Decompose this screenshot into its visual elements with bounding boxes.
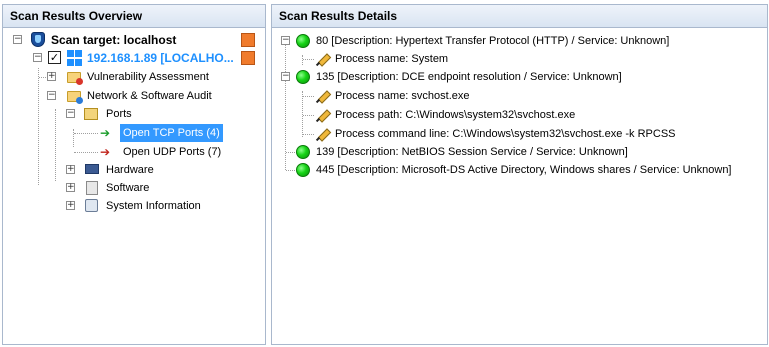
pencil-icon: [315, 127, 329, 141]
tcp-arrows-icon: ➔: [100, 126, 111, 140]
network-folder-icon: [67, 91, 83, 104]
detail-label: Process command line: C:\Windows\system3…: [335, 128, 676, 140]
windows-icon: [67, 50, 83, 66]
tree-item-system-information[interactable]: + System Information: [3, 197, 265, 215]
port-135-label: 135 [Description: DCE endpoint resolutio…: [316, 71, 622, 83]
tree-item-network-software-audit[interactable]: − Network & Software Audit: [3, 87, 265, 105]
tree-item-open-udp-ports[interactable]: ➔ Open UDP Ports (7): [3, 143, 265, 161]
green-status-icon: [296, 145, 310, 159]
expand-icon[interactable]: +: [66, 183, 75, 192]
port-80-detail[interactable]: Process name: System: [272, 50, 767, 68]
host-checkbox[interactable]: ✓: [48, 51, 61, 64]
detail-label: Process name: System: [335, 53, 449, 65]
port-135-detail[interactable]: Process command line: C:\Windows\system3…: [272, 125, 767, 143]
ports-icon: [84, 108, 98, 120]
pencil-icon: [315, 52, 329, 66]
port-139-label: 139 [Description: NetBIOS Session Servic…: [316, 146, 628, 158]
collapse-icon[interactable]: −: [66, 109, 75, 118]
scan-results-details-panel: Scan Results Details − 80 [Description: …: [271, 4, 768, 345]
green-status-icon: [296, 70, 310, 84]
scan-results-overview-panel: Scan Results Overview − Scan target: loc…: [2, 4, 266, 345]
collapse-icon[interactable]: −: [13, 35, 22, 44]
network-label: Network & Software Audit: [87, 90, 212, 102]
tree-item-vulnerability-assessment[interactable]: + Vulnerability Assessment: [3, 68, 265, 86]
port-135-detail[interactable]: Process name: svchost.exe: [272, 87, 767, 105]
scan-target-label: Scan target: localhost: [51, 33, 177, 47]
scan-target-action-button[interactable]: [241, 33, 255, 47]
shield-icon: [31, 32, 45, 47]
system-information-icon: [85, 199, 98, 212]
green-status-icon: [296, 163, 310, 177]
port-entry-139[interactable]: 139 [Description: NetBIOS Session Servic…: [272, 143, 767, 161]
collapse-icon[interactable]: −: [47, 91, 56, 100]
port-entry-135[interactable]: − 135 [Description: DCE endpoint resolut…: [272, 68, 767, 86]
collapse-icon[interactable]: −: [281, 72, 290, 81]
overview-panel-title: Scan Results Overview: [3, 5, 265, 28]
hardware-label: Hardware: [106, 164, 154, 176]
collapse-icon[interactable]: −: [281, 36, 290, 45]
vulnerability-folder-icon: [67, 72, 83, 85]
host-label: 192.168.1.89 [LOCALHO...: [87, 51, 234, 65]
expand-icon[interactable]: +: [47, 72, 56, 81]
system-information-label: System Information: [106, 200, 201, 212]
software-label: Software: [106, 182, 150, 194]
port-entry-445[interactable]: 445 [Description: Microsoft-DS Active Di…: [272, 161, 767, 179]
tree-item-scan-target[interactable]: − Scan target: localhost: [3, 31, 265, 49]
tree-item-host[interactable]: − ✓ 192.168.1.89 [LOCALHO...: [3, 49, 265, 67]
tree-item-open-tcp-ports[interactable]: ➔ Open TCP Ports (4): [3, 124, 265, 142]
detail-label: Process path: C:\Windows\system32\svchos…: [335, 109, 576, 121]
tcp-ports-label: Open TCP Ports (4): [120, 124, 223, 142]
tree-item-ports[interactable]: − Ports: [3, 105, 265, 123]
tree-item-software[interactable]: + Software: [3, 179, 265, 197]
green-status-icon: [296, 34, 310, 48]
host-action-button[interactable]: [241, 51, 255, 65]
ports-label: Ports: [106, 108, 132, 120]
port-445-label: 445 [Description: Microsoft-DS Active Di…: [316, 164, 732, 176]
expand-icon[interactable]: +: [66, 165, 75, 174]
hardware-icon: [85, 164, 99, 174]
port-135-detail[interactable]: Process path: C:\Windows\system32\svchos…: [272, 106, 767, 124]
details-panel-title: Scan Results Details: [272, 5, 767, 28]
software-icon: [86, 181, 98, 195]
detail-label: Process name: svchost.exe: [335, 90, 470, 102]
pencil-icon: [315, 89, 329, 103]
udp-arrows-icon: ➔: [100, 145, 111, 159]
vulnerability-label: Vulnerability Assessment: [87, 71, 209, 83]
collapse-icon[interactable]: −: [33, 53, 42, 62]
port-80-label: 80 [Description: Hypertext Transfer Prot…: [316, 35, 670, 47]
pencil-icon: [315, 108, 329, 122]
tree-item-hardware[interactable]: + Hardware: [3, 161, 265, 179]
expand-icon[interactable]: +: [66, 201, 75, 210]
udp-ports-label: Open UDP Ports (7): [123, 146, 222, 158]
port-entry-80[interactable]: − 80 [Description: Hypertext Transfer Pr…: [272, 32, 767, 50]
